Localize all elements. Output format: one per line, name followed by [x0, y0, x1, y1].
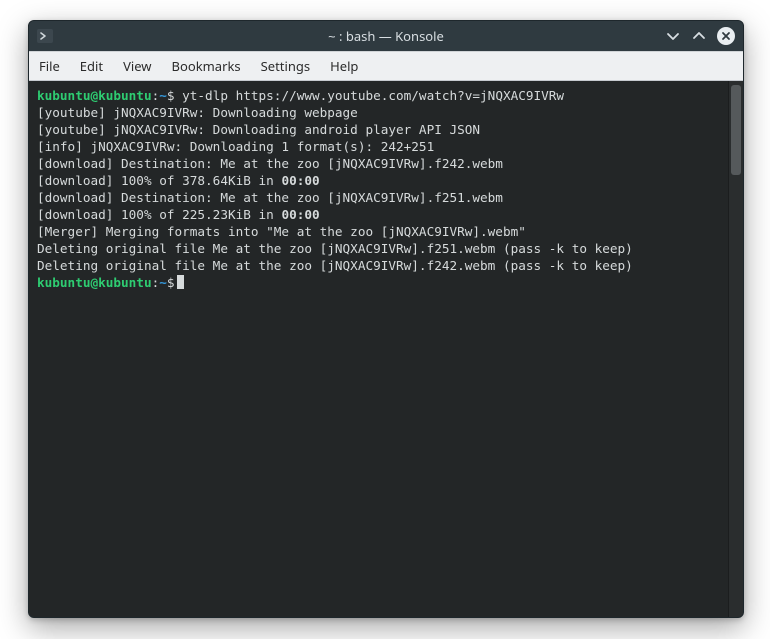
prompt-userhost: kubuntu@kubuntu — [37, 275, 152, 290]
terminal-cursor — [177, 275, 184, 289]
output-time: 00:00 — [281, 207, 319, 222]
terminal-output[interactable]: kubuntu@kubuntu:~$ yt-dlp https://www.yo… — [29, 81, 728, 618]
output-time: 00:00 — [281, 173, 319, 188]
prompt-userhost: kubuntu@kubuntu — [37, 88, 152, 103]
output-line: [download] Destination: Me at the zoo [j… — [37, 156, 503, 171]
terminal-scrollbar[interactable] — [728, 81, 743, 618]
output-line: [youtube] jNQXAC9IVRw: Downloading webpa… — [37, 105, 358, 120]
prompt-path: ~ — [159, 275, 167, 290]
output-line: [info] jNQXAC9IVRw: Downloading 1 format… — [37, 139, 434, 154]
scrollbar-thumb[interactable] — [731, 85, 741, 175]
output-line: [download] 100% of 225.23KiB in — [37, 207, 281, 222]
menu-help[interactable]: Help — [330, 57, 358, 75]
menubar: File Edit View Bookmarks Settings Help — [29, 51, 743, 81]
maximize-button[interactable] — [691, 28, 707, 44]
output-line: [download] 100% of 378.64KiB in — [37, 173, 281, 188]
konsole-window: ~ : bash — Konsole File Edit View Book — [28, 20, 744, 618]
close-button[interactable] — [717, 27, 735, 45]
menu-edit[interactable]: Edit — [80, 57, 103, 75]
prompt-indicator-icon — [37, 28, 53, 44]
menu-view[interactable]: View — [123, 57, 151, 75]
output-line: Deleting original file Me at the zoo [jN… — [37, 241, 633, 256]
output-line: [Merger] Merging formats into "Me at the… — [37, 224, 526, 239]
terminal-area: kubuntu@kubuntu:~$ yt-dlp https://www.yo… — [29, 81, 743, 618]
titlebar[interactable]: ~ : bash — Konsole — [29, 21, 743, 51]
menu-settings[interactable]: Settings — [261, 57, 310, 75]
output-line: Deleting original file Me at the zoo [jN… — [37, 258, 633, 273]
minimize-button[interactable] — [665, 28, 681, 44]
menu-bookmarks[interactable]: Bookmarks — [172, 57, 241, 75]
prompt-path: ~ — [159, 88, 167, 103]
prompt-dollar: $ — [167, 275, 175, 290]
output-line: [download] Destination: Me at the zoo [j… — [37, 190, 503, 205]
menu-file[interactable]: File — [39, 57, 60, 75]
command-text: yt-dlp https://www.youtube.com/watch?v=j… — [175, 88, 565, 103]
output-line: [youtube] jNQXAC9IVRw: Downloading andro… — [37, 122, 480, 137]
prompt-dollar: $ — [167, 88, 175, 103]
